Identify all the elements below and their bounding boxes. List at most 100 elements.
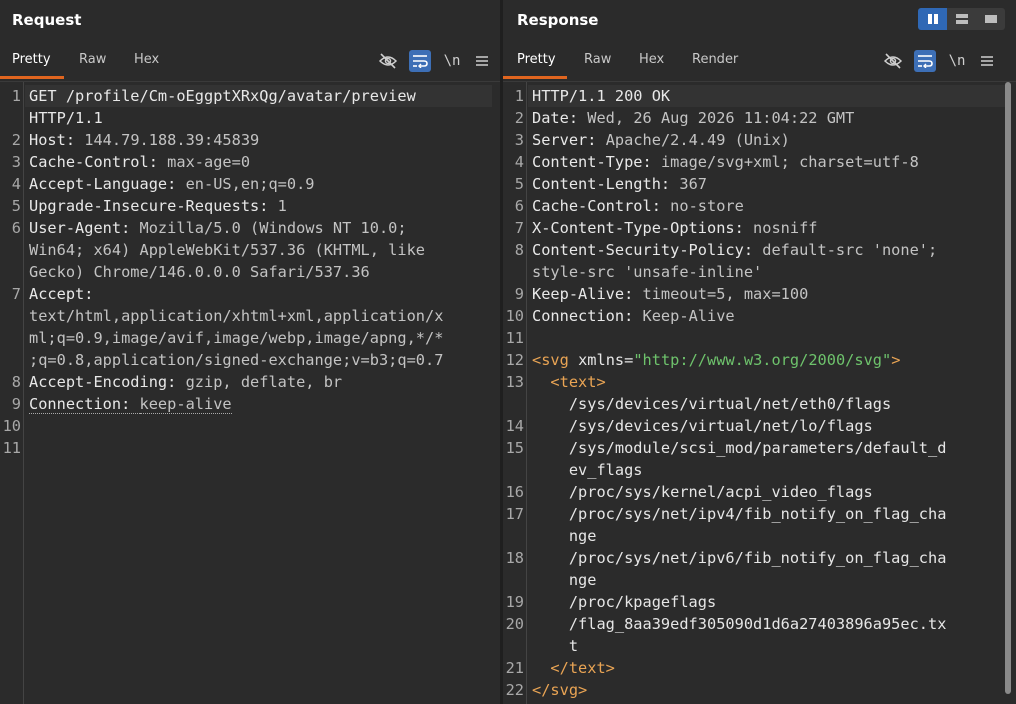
code-token: nge bbox=[532, 571, 597, 589]
request-pane: Request Pretty Raw Hex \n 1 GET /profile/… bbox=[0, 0, 500, 704]
tab-hex[interactable]: Hex bbox=[134, 52, 159, 67]
code-line: /flag_8aa39edf305090d1d6a27403896a95ec.t… bbox=[532, 613, 947, 635]
code-token: 367 bbox=[679, 175, 707, 193]
code-token: timeout=5, max=100 bbox=[642, 285, 809, 303]
split-columns-icon[interactable] bbox=[918, 8, 947, 30]
code-token: Wed, 26 Aug 2026 11:04:22 GMT bbox=[587, 109, 855, 127]
single-view-icon[interactable] bbox=[976, 8, 1005, 30]
line-number: 5 bbox=[514, 175, 524, 193]
newline-toggle[interactable]: \n bbox=[441, 50, 463, 72]
line-number: 1 bbox=[11, 87, 21, 105]
code-line: Cache-Control: max-age=0 bbox=[29, 151, 250, 173]
code-token: nge bbox=[532, 527, 597, 545]
tab-pretty[interactable]: Pretty bbox=[12, 52, 51, 67]
code-token: Gecko) Chrome/146.0.0.0 Safari/537.36 bbox=[29, 263, 370, 281]
code-token: User-Agent: bbox=[29, 219, 140, 237]
code-line: HTTP/1.1 bbox=[29, 107, 103, 129]
code-token: nosniff bbox=[753, 219, 818, 237]
line-number: 8 bbox=[514, 241, 524, 259]
line-number: 18 bbox=[505, 549, 524, 567]
line-number: 17 bbox=[505, 505, 524, 523]
line-number: 22 bbox=[505, 681, 524, 699]
menu-icon[interactable] bbox=[976, 50, 998, 72]
code-token: = bbox=[624, 351, 634, 369]
code-line: Accept: bbox=[29, 283, 93, 305]
code-token: ev_flags bbox=[532, 461, 643, 479]
request-title: Request bbox=[12, 11, 82, 29]
code-token: keep-alive bbox=[139, 395, 232, 414]
code-line: text/html,application/xhtml+xml,applicat… bbox=[29, 305, 443, 327]
active-tab-indicator bbox=[0, 76, 64, 79]
code-line: Connection: keep-alive bbox=[29, 393, 232, 415]
code-line: ev_flags bbox=[532, 459, 643, 481]
menu-icon[interactable] bbox=[471, 50, 493, 72]
tab-pretty[interactable]: Pretty bbox=[517, 52, 556, 67]
hide-eye-icon[interactable] bbox=[377, 50, 399, 72]
line-number: 19 bbox=[505, 593, 524, 611]
code-token: xmlns bbox=[578, 351, 625, 369]
code-token: no-store bbox=[670, 197, 744, 215]
line-number: 1 bbox=[514, 87, 524, 105]
response-toolbar: \n bbox=[882, 50, 998, 72]
code-token: <text> bbox=[550, 373, 606, 391]
code-token: Host: bbox=[29, 131, 85, 149]
code-token: 144.79.188.39:45839 bbox=[84, 131, 260, 149]
code-token: /proc/sys/net/ipv6/fib_notify_on_flag_ch… bbox=[532, 549, 947, 567]
active-tab-indicator bbox=[503, 76, 567, 79]
tab-raw[interactable]: Raw bbox=[79, 52, 106, 67]
response-title: Response bbox=[517, 11, 599, 29]
wrap-lines-icon[interactable] bbox=[914, 50, 936, 72]
vertical-scrollbar[interactable] bbox=[1005, 82, 1011, 698]
split-rows-icon[interactable] bbox=[947, 8, 976, 30]
code-line: /proc/sys/net/ipv6/fib_notify_on_flag_ch… bbox=[532, 547, 947, 569]
code-line: t bbox=[532, 635, 578, 657]
code-line: HTTP/1.1 200 OK bbox=[532, 85, 670, 107]
code-token: Server: bbox=[532, 131, 606, 149]
code-line: /proc/sys/kernel/acpi_video_flags bbox=[532, 481, 873, 503]
code-token: Win64; x64) AppleWebKit/537.36 (KHTML, l… bbox=[29, 241, 426, 259]
code-token: Keep-Alive bbox=[642, 307, 735, 325]
code-line: style-src 'unsafe-inline' bbox=[532, 261, 762, 283]
code-token: Content-Length: bbox=[532, 175, 680, 193]
code-line: /sys/devices/virtual/net/eth0/flags bbox=[532, 393, 891, 415]
code-token: Keep-Alive: bbox=[532, 285, 643, 303]
code-line: Server: Apache/2.4.49 (Unix) bbox=[532, 129, 790, 151]
code-line: <text> bbox=[532, 371, 606, 393]
code-token: style-src 'unsafe-inline' bbox=[532, 263, 763, 281]
request-editor[interactable]: 1 GET /profile/Cm-oEggptXRxQg/avatar/prev… bbox=[0, 81, 500, 704]
code-token: /proc/sys/kernel/acpi_video_flags bbox=[532, 483, 873, 501]
code-token: image/svg+xml; charset=utf-8 bbox=[660, 153, 919, 171]
scrollbar-thumb[interactable] bbox=[1005, 82, 1011, 694]
code-line: nge bbox=[532, 525, 597, 547]
code-token: GET /profile/Cm-oEggptXRxQg/avatar/previ… bbox=[29, 87, 416, 105]
line-number: 11 bbox=[505, 329, 524, 347]
code-line: Win64; x64) AppleWebKit/537.36 (KHTML, l… bbox=[29, 239, 425, 261]
hide-eye-icon[interactable] bbox=[882, 50, 904, 72]
code-token: X-Content-Type-Options: bbox=[532, 219, 754, 237]
code-line: nge bbox=[532, 569, 597, 591]
code-line: /proc/sys/net/ipv4/fib_notify_on_flag_ch… bbox=[532, 503, 947, 525]
code-line: /proc/kpageflags bbox=[532, 591, 716, 613]
code-token: max-age=0 bbox=[167, 153, 251, 171]
code-token: ;q=0.8,application/signed-exchange;v=b3;… bbox=[29, 351, 444, 369]
code-line: </text> bbox=[532, 657, 614, 679]
line-number: 12 bbox=[505, 351, 524, 369]
code-token: gzip, deflate, br bbox=[185, 373, 343, 391]
line-number: 9 bbox=[11, 395, 21, 413]
line-number: 4 bbox=[11, 175, 21, 193]
code-token: /proc/kpageflags bbox=[532, 593, 717, 611]
newline-toggle[interactable]: \n bbox=[946, 50, 968, 72]
line-number: 15 bbox=[505, 439, 524, 457]
tab-render[interactable]: Render bbox=[692, 52, 738, 67]
code-token: Upgrade-Insecure-Requests: bbox=[29, 197, 278, 215]
code-token: Accept-Encoding: bbox=[29, 373, 186, 391]
tab-hex[interactable]: Hex bbox=[639, 52, 664, 67]
wrap-lines-icon[interactable] bbox=[409, 50, 431, 72]
response-editor[interactable]: 1 HTTP/1.1 200 OK 2 Date: Wed, 26 Aug 2026 … bbox=[503, 81, 1016, 704]
tab-raw[interactable]: Raw bbox=[584, 52, 611, 67]
code-token: text/html,application/xhtml+xml,applicat… bbox=[29, 307, 444, 325]
code-line: Content-Security-Policy: default-src 'no… bbox=[532, 239, 937, 261]
code-line: X-Content-Type-Options: nosniff bbox=[532, 217, 818, 239]
